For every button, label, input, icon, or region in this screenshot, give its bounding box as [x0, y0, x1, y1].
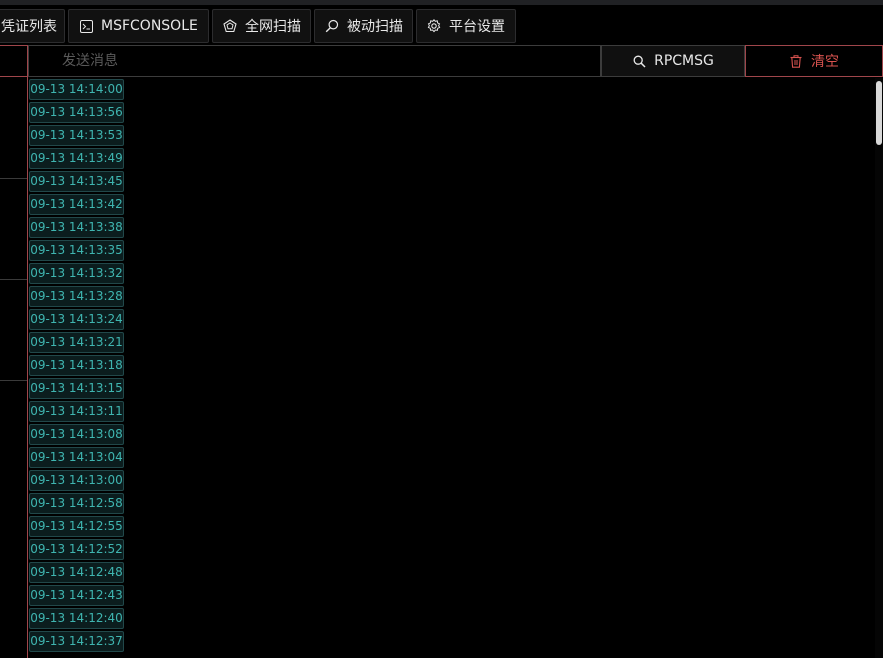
divider: [0, 279, 27, 280]
tab-label: 全网扫描: [245, 19, 301, 35]
tab-label: 平台设置: [449, 19, 505, 35]
log-timestamp[interactable]: 09-13 14:13:24: [29, 309, 124, 330]
scrollbar-thumb[interactable]: [876, 81, 882, 145]
log-timestamp[interactable]: 09-13 14:13:08: [29, 424, 124, 445]
search-icon: [632, 54, 646, 68]
log-timestamp[interactable]: 09-13 14:14:00: [29, 79, 124, 100]
tab-label: 凭证列表: [1, 19, 57, 35]
tab-label: MSFCONSOLE: [101, 18, 198, 34]
log-timestamp[interactable]: 09-13 14:13:35: [29, 240, 124, 261]
trash-icon: [789, 54, 803, 68]
tab-platform-settings[interactable]: 平台设置: [416, 9, 516, 43]
gear-icon: [427, 19, 441, 33]
divider: [0, 178, 27, 179]
log-timestamp[interactable]: 09-13 14:13:53: [29, 125, 124, 146]
tab-msfconsole[interactable]: MSFCONSOLE: [68, 9, 209, 43]
rpcmsg-button[interactable]: RPCMSG: [601, 45, 745, 77]
magnifier-icon: [325, 19, 339, 33]
log-timestamp[interactable]: 09-13 14:12:43: [29, 585, 124, 606]
log-timestamp[interactable]: 09-13 14:13:04: [29, 447, 124, 468]
tab-passive-scan[interactable]: 被动扫描: [314, 9, 413, 43]
log-timestamp[interactable]: 09-13 14:12:48: [29, 562, 124, 583]
tab-label: 被动扫描: [347, 19, 403, 35]
log-timestamp[interactable]: 09-13 14:13:56: [29, 102, 124, 123]
globe-scan-icon: [223, 19, 237, 33]
log-timestamp[interactable]: 09-13 14:13:38: [29, 217, 124, 238]
rpcmsg-button-label: RPCMSG: [654, 53, 714, 69]
clear-button-label: 清空: [811, 54, 839, 70]
tab-network-scan[interactable]: 全网扫描: [212, 9, 311, 43]
log-timestamp[interactable]: 09-13 14:13:42: [29, 194, 124, 215]
message-input[interactable]: [28, 45, 601, 77]
log-list: 09-13 14:14:00 09-13 14:13:56 09-13 14:13:…: [29, 79, 124, 654]
log-timestamp[interactable]: 09-13 14:13:18: [29, 355, 124, 376]
log-timestamp[interactable]: 09-13 14:13:49: [29, 148, 124, 169]
tab-bar: 凭证列表 MSFCONSOLE 全网扫描 被动扫描 平台设置: [0, 5, 883, 45]
terminal-icon: [79, 19, 93, 33]
log-scrollbar[interactable]: [875, 78, 883, 658]
log-timestamp[interactable]: 09-13 14:12:58: [29, 493, 124, 514]
log-timestamp[interactable]: 09-13 14:13:45: [29, 171, 124, 192]
log-timestamp[interactable]: 09-13 14:13:32: [29, 263, 124, 284]
log-timestamp[interactable]: 09-13 14:12:40: [29, 608, 124, 629]
tab-credentials[interactable]: 凭证列表: [0, 9, 65, 43]
log-timestamp[interactable]: 09-13 14:13:28: [29, 286, 124, 307]
message-log[interactable]: 09-13 14:14:00 09-13 14:13:56 09-13 14:13:…: [28, 78, 883, 658]
log-timestamp[interactable]: 09-13 14:12:52: [29, 539, 124, 560]
side-panel-header: [0, 45, 28, 77]
log-timestamp[interactable]: 09-13 14:12:37: [29, 631, 124, 652]
log-timestamp[interactable]: 09-13 14:13:15: [29, 378, 124, 399]
side-panel-edge: [0, 45, 28, 658]
log-timestamp[interactable]: 09-13 14:13:21: [29, 332, 124, 353]
clear-button[interactable]: 清空: [745, 45, 883, 77]
log-timestamp[interactable]: 09-13 14:12:55: [29, 516, 124, 537]
log-timestamp[interactable]: 09-13 14:13:11: [29, 401, 124, 422]
log-timestamp[interactable]: 09-13 14:13:00: [29, 470, 124, 491]
message-toolbar: RPCMSG 清空: [0, 45, 883, 78]
divider: [0, 380, 27, 381]
